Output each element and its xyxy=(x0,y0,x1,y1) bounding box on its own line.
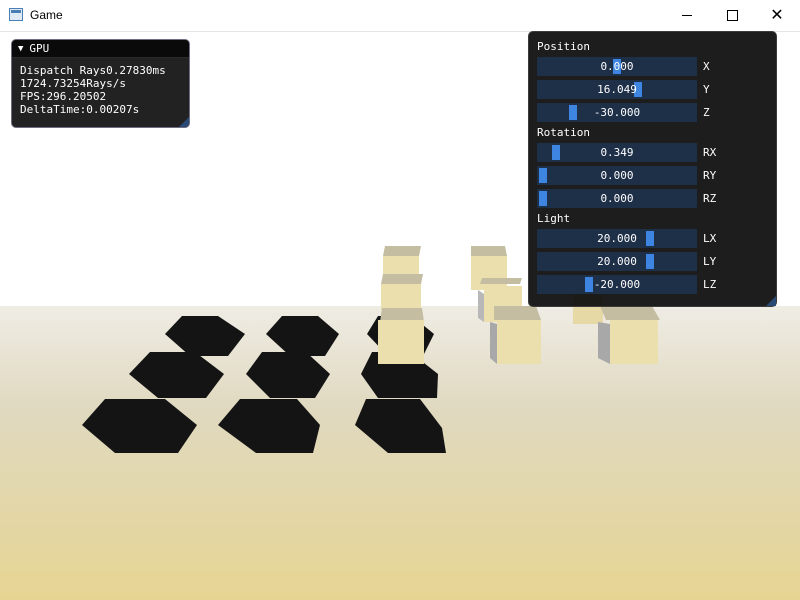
gpu-panel-titlebar[interactable]: ▼ GPU xyxy=(12,40,189,58)
slider-value: -20.000 xyxy=(593,278,641,291)
position-x-slider[interactable]: 0.000 X xyxy=(537,57,767,76)
slider-axis-label: X xyxy=(703,60,710,73)
rays-per-second-stat: 1724.73254Rays/s xyxy=(20,77,126,90)
light-y-slider[interactable]: 20.000 LY xyxy=(537,252,767,271)
app-window-icon xyxy=(9,8,23,21)
cube-stack-left xyxy=(381,246,423,310)
rotation-x-slider[interactable]: 0.349 RX xyxy=(537,143,767,162)
position-y-slider[interactable]: 16.049 Y xyxy=(537,80,767,99)
resize-grip-icon[interactable] xyxy=(179,117,189,127)
slider-axis-label: Y xyxy=(703,83,710,96)
light-x-slider[interactable]: 20.000 LX xyxy=(537,229,767,248)
gpu-panel-title: GPU xyxy=(29,42,50,55)
gpu-stats-panel[interactable]: ▼ GPU Dispatch Rays0.27830ms 1724.73254R… xyxy=(11,39,190,128)
position-section-label: Position xyxy=(537,40,590,53)
slider-axis-label: LZ xyxy=(703,278,717,291)
minimize-button[interactable] xyxy=(664,0,710,31)
maximize-icon xyxy=(726,10,738,21)
light-z-slider[interactable]: -20.000 LZ xyxy=(537,275,767,294)
window-title-bar: Game ✕ xyxy=(0,0,800,32)
slider-value: 20.000 xyxy=(597,255,637,268)
light-section-label: Light xyxy=(537,212,571,225)
position-z-slider[interactable]: -30.000 Z xyxy=(537,103,767,122)
close-icon: ✕ xyxy=(770,6,784,24)
cube-front-left xyxy=(378,308,424,364)
slider-axis-label: RZ xyxy=(703,192,717,205)
rotation-y-slider[interactable]: 0.000 RY xyxy=(537,166,767,185)
dispatch-rays-stat: Dispatch Rays0.27830ms xyxy=(20,64,166,77)
close-button[interactable]: ✕ xyxy=(754,0,800,31)
delta-time-stat: DeltaTime:0.00207s xyxy=(20,103,140,116)
transform-controls-panel[interactable]: Position 0.000 X 16.049 Y -30.000 Z Rota… xyxy=(528,31,777,307)
slider-axis-label: LX xyxy=(703,232,717,245)
collapse-arrow-icon[interactable]: ▼ xyxy=(18,44,23,54)
window-title: Game xyxy=(30,8,63,22)
slider-value: 16.049 xyxy=(597,83,637,96)
slider-axis-label: RX xyxy=(703,146,717,159)
cube-front-right xyxy=(598,306,660,364)
minimize-icon xyxy=(682,15,692,16)
rotation-section-label: Rotation xyxy=(537,126,590,139)
slider-axis-label: Z xyxy=(703,106,710,119)
slider-value: 0.000 xyxy=(600,192,634,205)
slider-axis-label: RY xyxy=(703,169,717,182)
slider-axis-label: LY xyxy=(703,255,717,268)
slider-value: -30.000 xyxy=(593,106,641,119)
cube-front-middle xyxy=(490,306,541,364)
slider-value: 20.000 xyxy=(597,232,637,245)
maximize-button[interactable] xyxy=(709,0,755,31)
slider-value: 0.349 xyxy=(600,146,634,159)
slider-value: 0.000 xyxy=(600,169,634,182)
resize-grip-icon[interactable] xyxy=(766,296,776,306)
rotation-z-slider[interactable]: 0.000 RZ xyxy=(537,189,767,208)
fps-stat: FPS:296.20502 xyxy=(20,90,107,103)
slider-value: 0.000 xyxy=(600,60,634,73)
